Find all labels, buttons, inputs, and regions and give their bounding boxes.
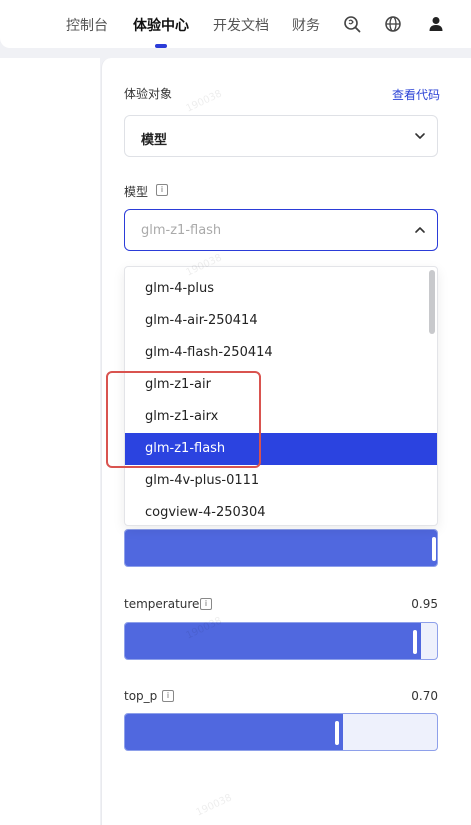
temperature-slider-fill <box>125 623 421 659</box>
top-p-slider-fill <box>125 714 343 750</box>
user-icon[interactable] <box>426 14 446 34</box>
top-navigation-bar: 控制台 体验中心 开发文档 财务 <box>0 0 471 48</box>
active-nav-indicator <box>155 44 167 48</box>
chevron-down-icon <box>415 133 425 139</box>
top-p-value: 0.70 <box>411 689 438 703</box>
nav-console[interactable]: 控制台 <box>66 15 108 35</box>
info-icon[interactable]: i <box>162 690 174 702</box>
dropdown-scrollbar[interactable] <box>429 270 435 334</box>
top-p-slider-thumb[interactable] <box>335 721 339 745</box>
view-code-link[interactable]: 查看代码 <box>392 86 440 103</box>
top-p-slider[interactable] <box>124 713 438 751</box>
hidden-param-slider[interactable] <box>124 529 438 567</box>
nav-dev-docs[interactable]: 开发文档 <box>213 15 269 35</box>
slider-thumb[interactable] <box>432 537 436 561</box>
info-icon[interactable]: i <box>200 598 212 610</box>
model-select[interactable]: glm-z1-flash <box>124 209 438 251</box>
globe-icon[interactable] <box>383 14 403 34</box>
top-p-label: top_p <box>124 689 158 703</box>
option-cogview-4-250304[interactable]: cogview-4-250304 <box>125 497 437 525</box>
temperature-slider-thumb[interactable] <box>413 630 417 654</box>
option-glm-4v-plus-0111[interactable]: glm-4v-plus-0111 <box>125 465 437 497</box>
info-icon[interactable]: i <box>156 184 168 196</box>
option-glm-4-plus[interactable]: glm-4-plus <box>125 273 437 305</box>
slider-fill <box>125 530 437 566</box>
target-select[interactable]: 模型 <box>124 115 438 157</box>
left-content-area <box>0 58 100 825</box>
annotation-highlight-box <box>106 371 261 468</box>
option-glm-4-flash-250414[interactable]: glm-4-flash-250414 <box>125 337 437 369</box>
temperature-value: 0.95 <box>411 597 438 611</box>
nav-experience-center[interactable]: 体验中心 <box>133 15 189 35</box>
model-label: 模型 <box>124 185 149 199</box>
nav-finance[interactable]: 财务 <box>292 15 320 35</box>
temperature-label: temperature <box>124 597 200 611</box>
model-select-value: glm-z1-flash <box>141 223 222 238</box>
search-brain-icon[interactable] <box>342 14 362 34</box>
target-select-value: 模型 <box>141 133 168 148</box>
target-label: 体验对象 <box>124 87 173 101</box>
temperature-slider[interactable] <box>124 622 438 660</box>
option-glm-4-air-250414[interactable]: glm-4-air-250414 <box>125 305 437 337</box>
chevron-up-icon <box>415 227 425 233</box>
